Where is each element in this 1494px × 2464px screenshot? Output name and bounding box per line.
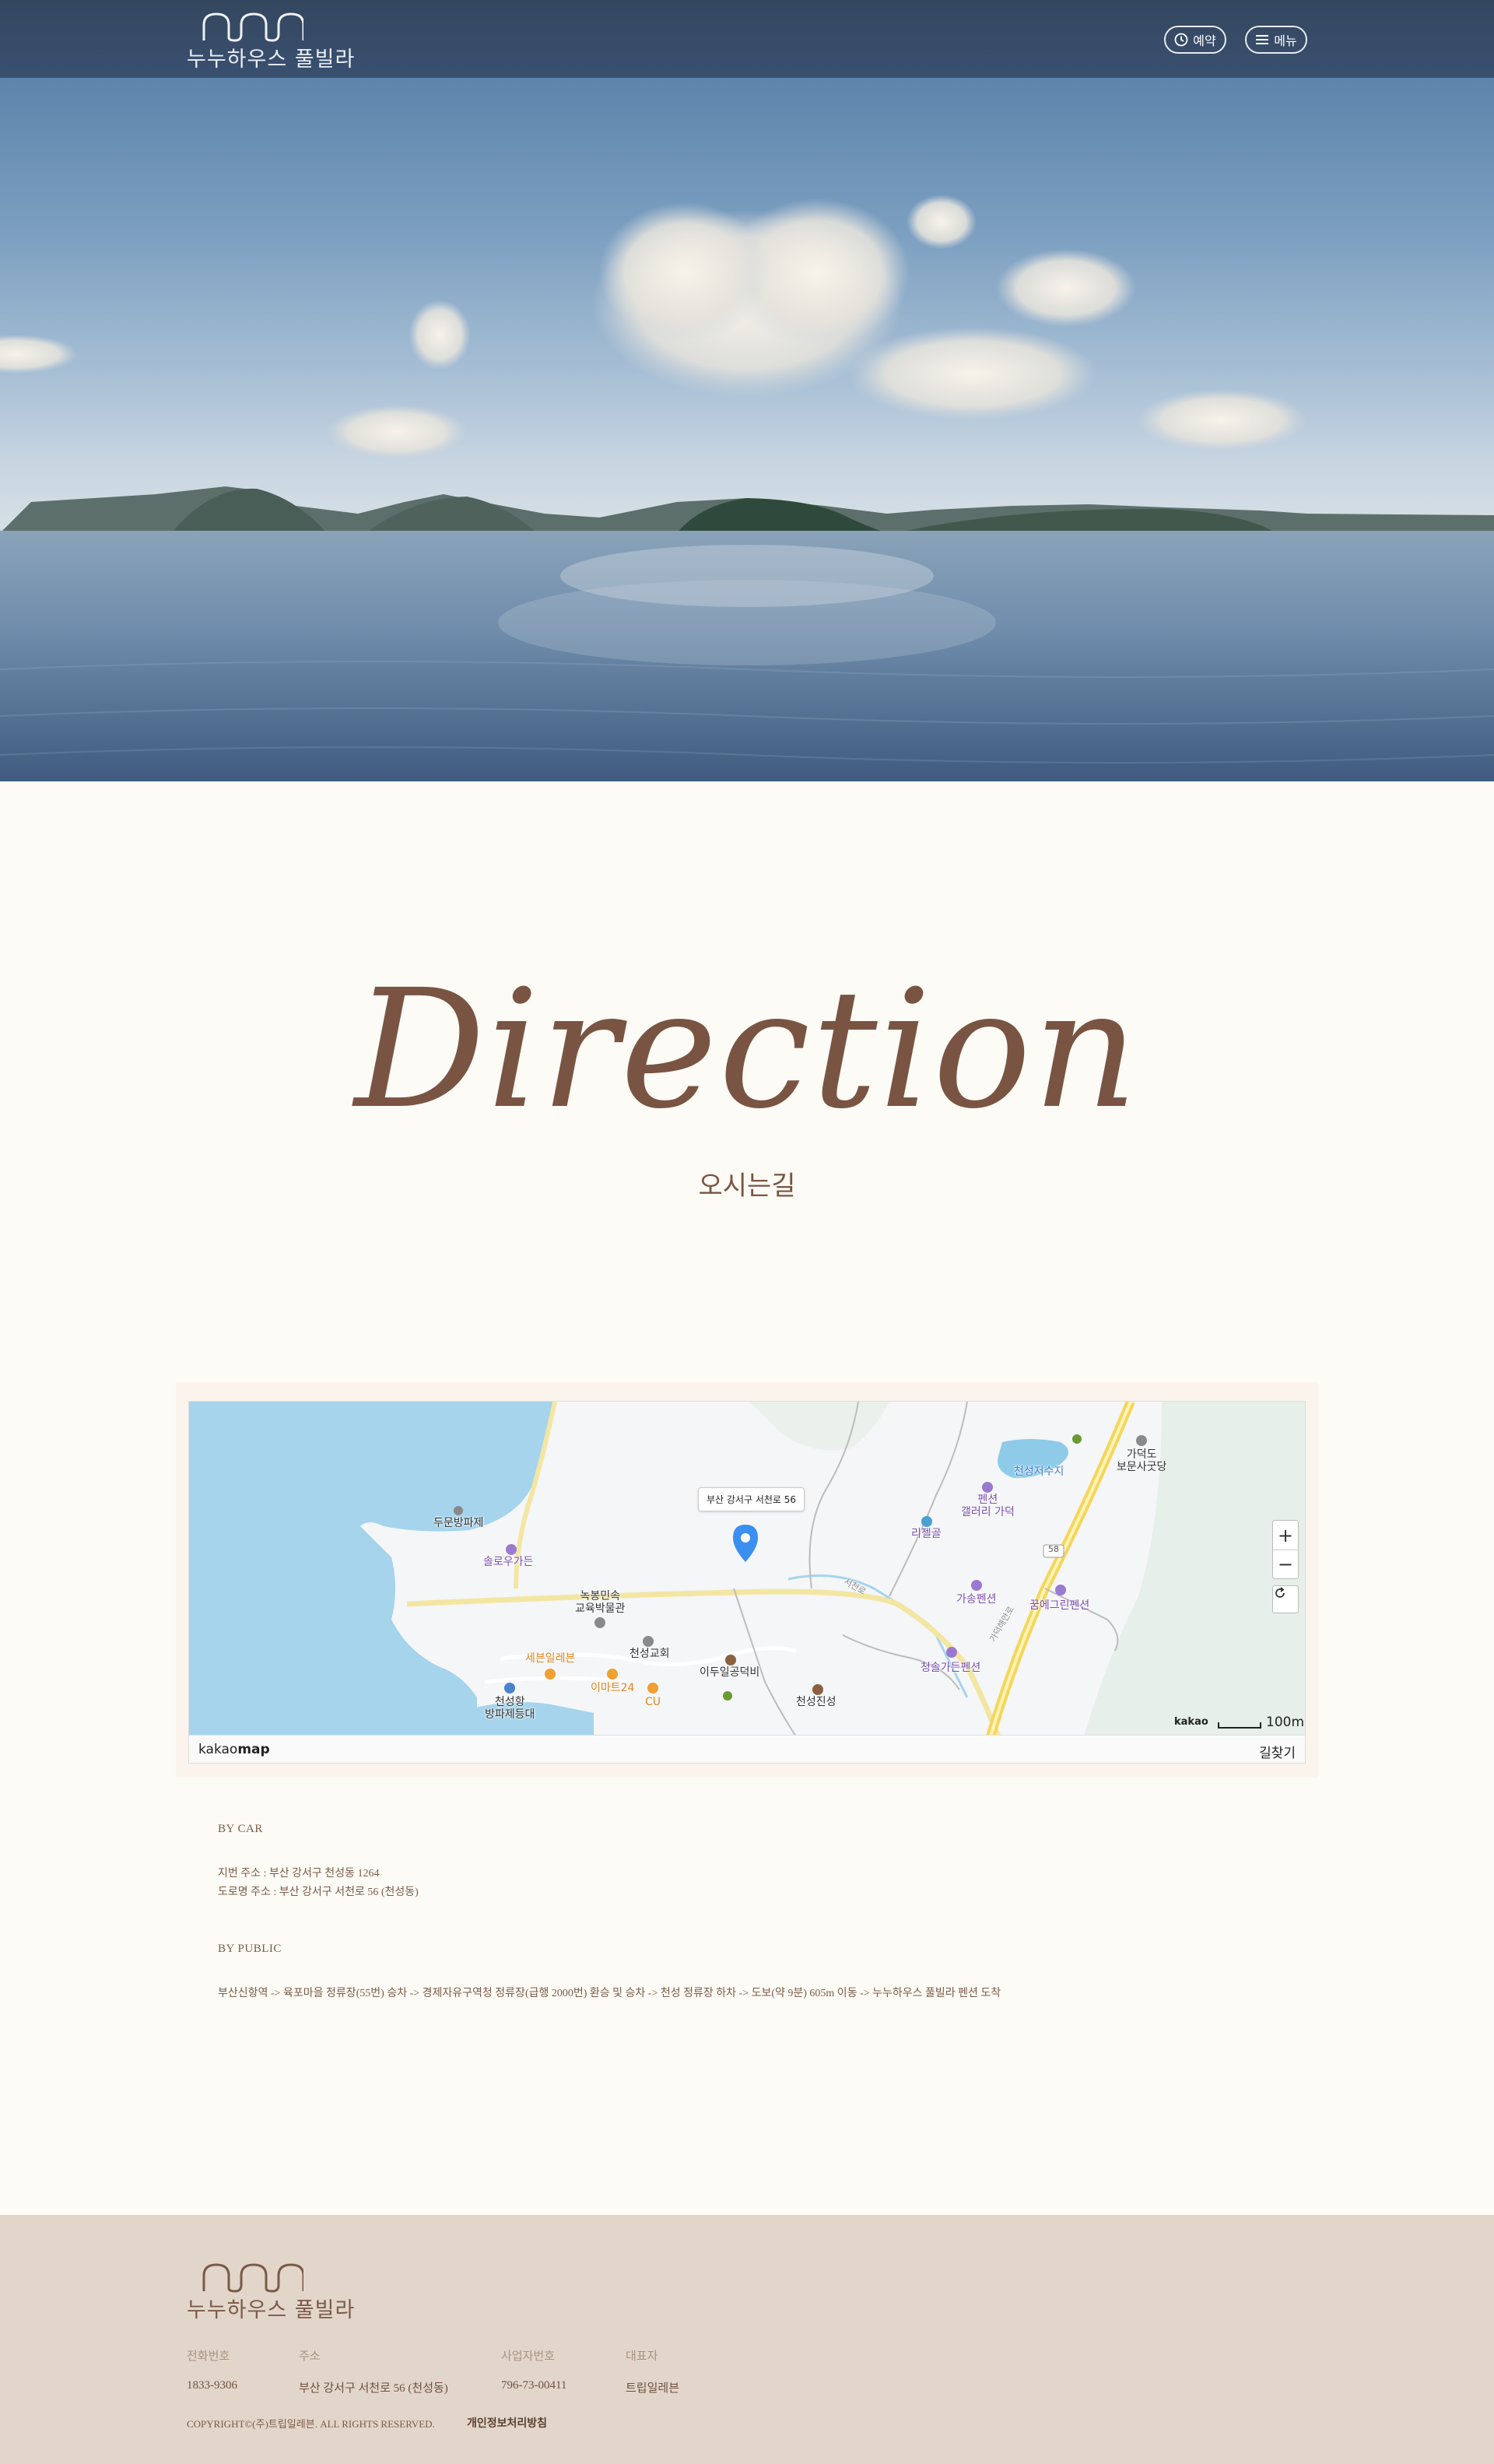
map-label-dumun-breakwater: 두문방파제 <box>433 1517 484 1529</box>
refresh-button[interactable] <box>1272 1585 1299 1613</box>
map-label-gallery-pension: 펜션 갤러리 가덕 <box>961 1493 1015 1519</box>
map-label-temple: 가덕도 보문사굿당 <box>1117 1448 1167 1474</box>
map-label-fortress: 천성진성 <box>796 1696 836 1708</box>
site-footer: 누누하우스 풀빌라 전화번호 1833-9306 주소 부산 강서구 서천로 5… <box>0 2215 1494 2464</box>
map-label-soloh-garden: 솔로우가든 <box>483 1556 534 1568</box>
address-value: 부산 강서구 서천로 56 (천성동) <box>299 2382 448 2395</box>
footer-logo-text: 누누하우스 풀빌라 <box>187 2298 356 2322</box>
bizno-label: 사업자번호 <box>501 2350 556 2363</box>
privacy-policy-link[interactable]: 개인정보처리방침 <box>467 2415 547 2431</box>
map-label-route-58: 58 <box>1048 1544 1059 1554</box>
page: 누누하우스 풀빌라 예약 메뉴 Direction 오시는길 부산 강서구 서천… <box>0 0 1494 2464</box>
nunu-footer-logo-mark-icon <box>202 2263 305 2293</box>
map-label-cheongsol-pension: 청솔가든펜션 <box>921 1662 981 1674</box>
menu-label: 메뉴 <box>1274 33 1297 48</box>
map-label-cu: CU <box>645 1696 661 1708</box>
map-footer: kakaomap 길찾기 <box>189 1735 1305 1763</box>
reserve-button[interactable]: 예약 <box>1164 26 1226 54</box>
map-label-lighthouse: 천성항 방파제등대 <box>485 1696 535 1722</box>
map-label-rijelgol: 리젤골 <box>911 1528 942 1540</box>
lot-address: 지번 주소 : 부산 강서구 천성동 1264 <box>218 1868 380 1880</box>
road-address: 도로명 주소 : 부산 강서구 서천로 56 (천성동) <box>218 1887 419 1898</box>
kakaomap-logo-plain: kakao <box>198 1742 238 1757</box>
site-logo[interactable]: 누누하우스 풀빌라 <box>187 11 354 72</box>
footer-address: 주소 부산 강서구 서천로 56 (천성동) <box>299 2347 448 2396</box>
by-public-heading: BY PUBLIC <box>218 1943 282 1955</box>
footer-ceo: 대표자 트립일레븐 <box>626 2347 679 2396</box>
ceo-value: 트립일레븐 <box>626 2382 680 2395</box>
kakao-map[interactable]: 부산 강서구 서천로 56 두문방파제 솔로우가든 녹봉민속 교육박물관 천성교… <box>188 1401 1306 1764</box>
map-label-reservoir: 천성저수지 <box>1014 1465 1064 1478</box>
zoom-out-button[interactable]: − <box>1273 1550 1298 1578</box>
footer-logo[interactable]: 누누하우스 풀빌라 <box>187 2262 354 2322</box>
marker-address-tag: 부산 강서구 서천로 56 <box>698 1487 805 1511</box>
map-label-museum: 녹봉민속 교육박물관 <box>575 1590 626 1616</box>
scale-bar <box>1218 1722 1261 1729</box>
phone-label: 전화번호 <box>187 2350 230 2363</box>
map-section: 부산 강서구 서천로 56 두문방파제 솔로우가든 녹봉민속 교육박물관 천성교… <box>176 1382 1318 1778</box>
address-label: 주소 <box>299 2350 321 2363</box>
scale-label: 100m <box>1266 1715 1305 1730</box>
map-pin-icon <box>733 1525 758 1562</box>
kakaomap-logo[interactable]: kakaomap <box>198 1742 270 1757</box>
find-route-link[interactable]: 길찾기 <box>1259 1742 1296 1761</box>
bizno-value: 796-73-00411 <box>501 2379 567 2392</box>
menu-button[interactable]: 메뉴 <box>1245 26 1307 54</box>
reserve-label: 예약 <box>1193 33 1216 48</box>
ceo-label: 대표자 <box>626 2350 658 2363</box>
map-label-seven-eleven: 세븐일레븐 <box>525 1652 576 1665</box>
copyright: COPYRIGHT©(주)트립일레븐. ALL RIGHTS RESERVED. <box>187 2418 435 2430</box>
map-label-emart24: 이마트24 <box>591 1682 635 1694</box>
map-label-monument: 이두일공덕비 <box>700 1666 760 1679</box>
hero-seascape-image <box>0 78 1494 781</box>
scale-kakao-logo: kakao <box>1174 1716 1208 1728</box>
hamburger-icon <box>1256 35 1269 44</box>
phone-value: 1833-9306 <box>187 2379 237 2392</box>
kakaomap-logo-bold: map <box>237 1742 270 1757</box>
map-label-dream-pension: 꿈에그린펜션 <box>1029 1599 1090 1612</box>
nunu-logo-mark-icon <box>202 12 303 42</box>
map-label-church: 천성교회 <box>630 1648 670 1660</box>
footer-phone: 전화번호 1833-9306 <box>187 2347 237 2392</box>
refresh-icon <box>1275 1587 1285 1598</box>
site-header: 누누하우스 풀빌라 예약 메뉴 <box>0 0 1494 78</box>
zoom-control: + − <box>1272 1520 1299 1579</box>
public-route: 부산신항역 -> 육포마을 정류장(55번) 승차 -> 경제자유구역청 정류장… <box>218 1988 1001 1999</box>
clock-icon <box>1174 33 1188 47</box>
by-car-heading: BY CAR <box>218 1823 263 1835</box>
map-label-gasong-pension: 가송펜션 <box>956 1593 997 1606</box>
directions-korean-title: 오시는길 <box>698 1171 796 1202</box>
zoom-in-button[interactable]: + <box>1273 1521 1298 1550</box>
logo-text: 누누하우스 풀빌라 <box>187 47 356 72</box>
direction-script-title: Direction <box>354 954 1140 1145</box>
footer-bizno: 사업자번호 796-73-00411 <box>501 2347 566 2392</box>
